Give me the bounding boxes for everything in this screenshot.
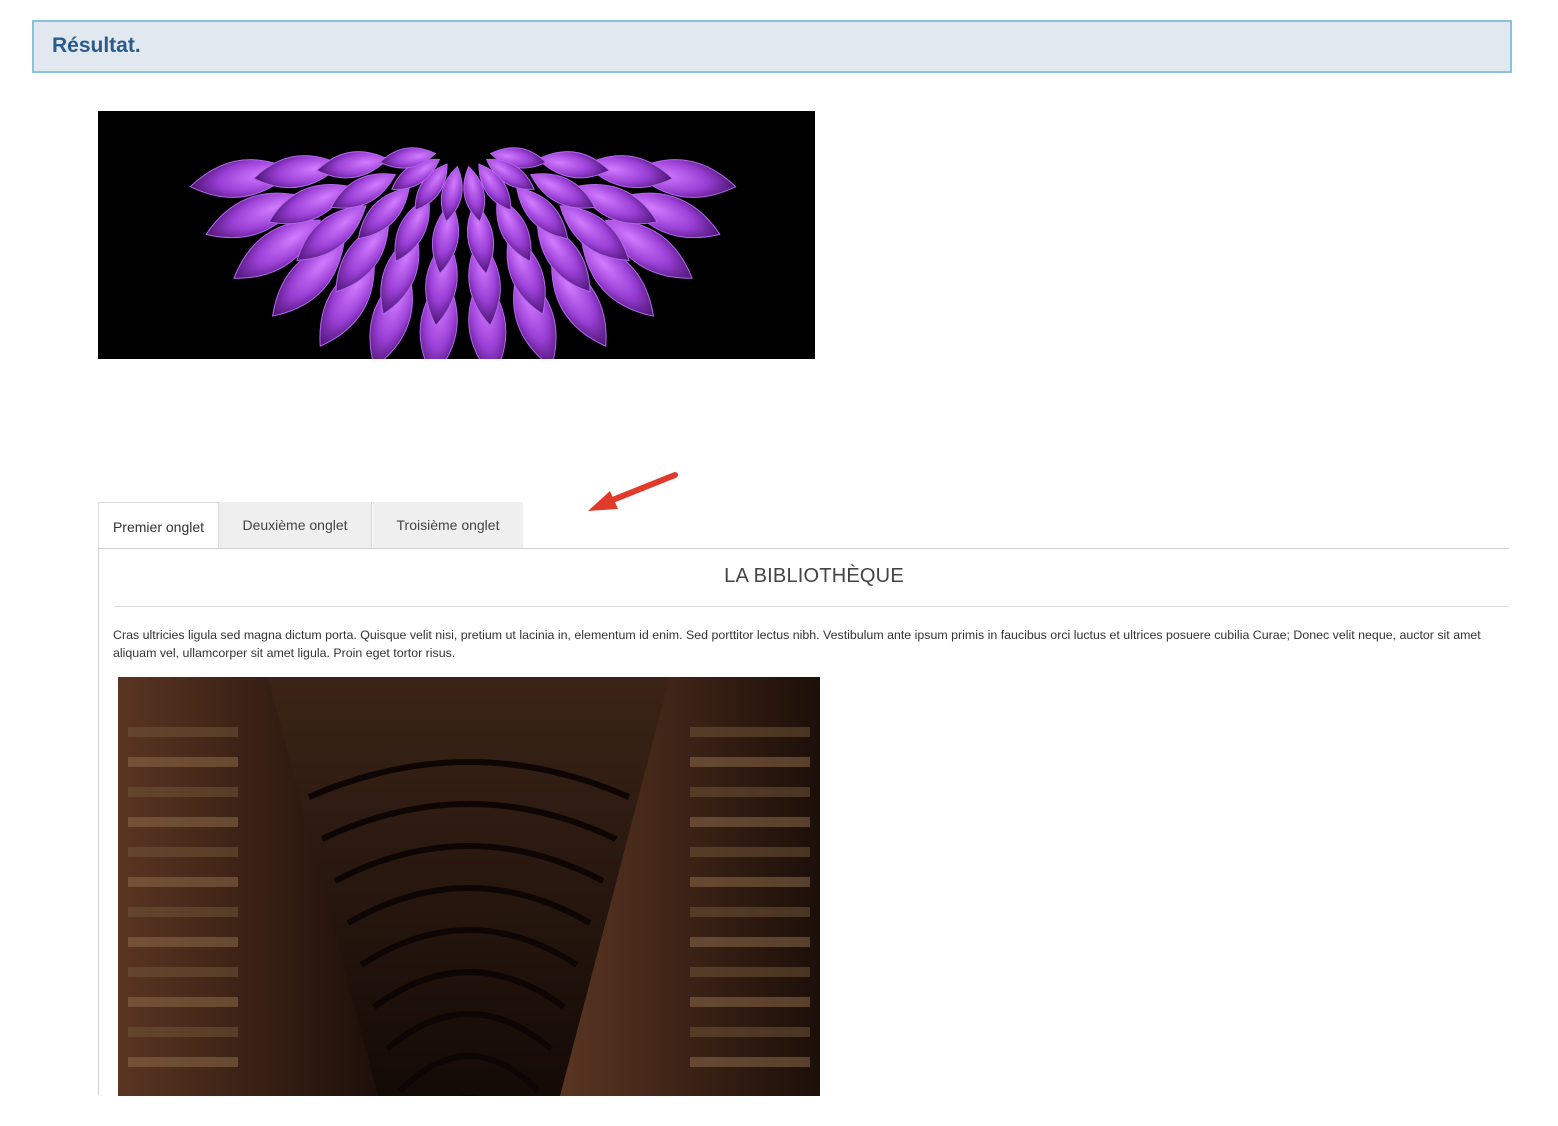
library-illustration	[118, 677, 820, 1096]
book-shelf	[128, 787, 238, 797]
result-title: Résultat.	[52, 34, 141, 57]
book-shelf	[690, 847, 810, 857]
book-shelf	[128, 847, 238, 857]
tab-bar: Premier onglet Deuxième onglet Troisième…	[98, 502, 1508, 549]
book-shelf	[128, 997, 238, 1007]
book-shelf	[690, 727, 810, 737]
panel-title: LA BIBLIOTHÈQUE	[724, 565, 904, 587]
book-shelf	[690, 787, 810, 797]
book-shelf	[690, 757, 810, 767]
book-shelf	[128, 817, 238, 827]
book-shelf	[128, 727, 238, 737]
book-shelf	[128, 1027, 238, 1037]
divider	[114, 606, 1509, 607]
tab-panel: LA BIBLIOTHÈQUE Cras ultricies ligula se…	[98, 548, 1509, 1096]
book-shelf	[128, 1057, 238, 1067]
tab-troisieme-onglet[interactable]: Troisième onglet	[373, 502, 523, 548]
book-shelf	[690, 817, 810, 827]
panel-paragraph: Cras ultricies ligula sed magna dictum p…	[113, 628, 1481, 660]
book-shelf	[690, 967, 810, 977]
book-shelf	[128, 877, 238, 887]
book-shelf	[690, 1027, 810, 1037]
flower-banner-image	[98, 111, 815, 359]
book-shelf	[690, 1057, 810, 1067]
book-shelf	[128, 937, 238, 947]
tab-label: Premier onglet	[112, 519, 205, 535]
flower-illustration	[189, 147, 737, 359]
tab-premier-onglet[interactable]: Premier onglet	[98, 502, 219, 549]
book-shelf	[128, 757, 238, 767]
book-shelf	[690, 877, 810, 887]
tab-label: Troisième onglet	[396, 517, 500, 533]
tab-deuxieme-onglet[interactable]: Deuxième onglet	[219, 502, 372, 548]
book-shelf	[128, 907, 238, 917]
book-shelf	[128, 967, 238, 977]
tab-label: Deuxième onglet	[242, 517, 348, 533]
result-header: Résultat.	[32, 20, 1512, 73]
library-image	[118, 677, 820, 1096]
book-shelf	[690, 937, 810, 947]
book-shelf	[690, 997, 810, 1007]
book-shelf	[690, 907, 810, 917]
